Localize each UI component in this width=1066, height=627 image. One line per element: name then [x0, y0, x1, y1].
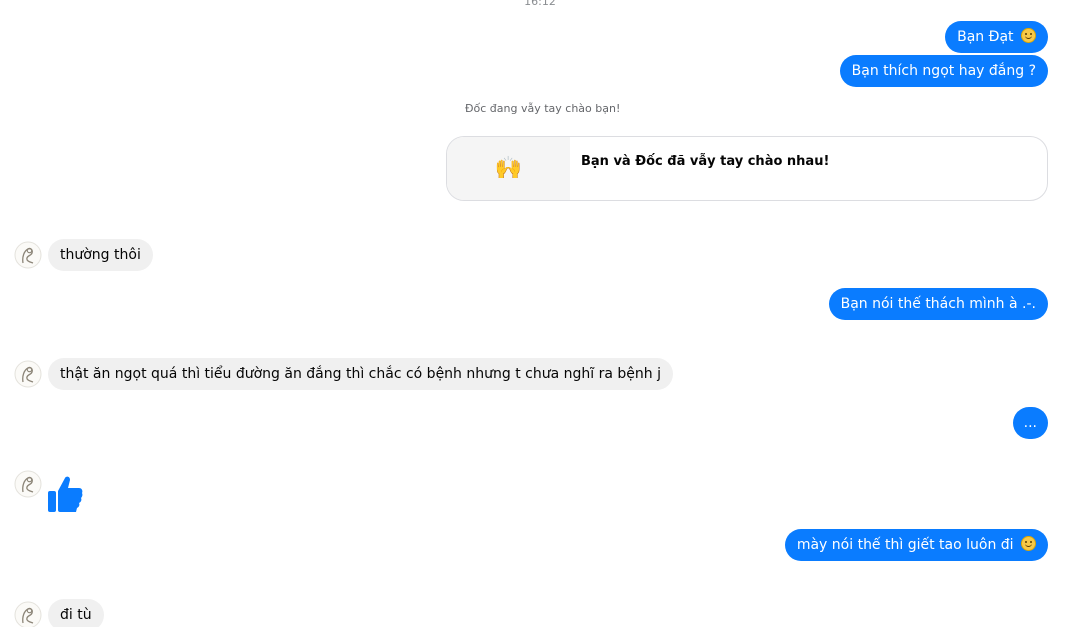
avatar[interactable]	[14, 360, 42, 388]
wave-card-text: Bạn và Đốc đã vẫy tay chào nhau!	[581, 154, 830, 169]
message-text: thật ăn ngọt quá thì tiểu đường ăn đắng …	[60, 366, 661, 382]
smiling-face-icon	[1021, 28, 1036, 43]
avatar[interactable]	[14, 241, 42, 269]
avatar[interactable]	[14, 470, 42, 498]
message-outgoing[interactable]: Bạn Đạt	[945, 21, 1048, 53]
message-incoming[interactable]: đi tù	[48, 599, 104, 627]
message-outgoing[interactable]: ...	[1012, 407, 1048, 439]
message-outgoing[interactable]: mày nói thế thì giết tao luôn đi	[784, 529, 1048, 561]
chat-thread: 16:12 Bạn Đạt Bạn thích ngọt hay đắng ? …	[0, 0, 1066, 627]
message-incoming[interactable]: thường thôi	[48, 239, 153, 271]
message-text: Bạn nói thế thách mình à .-.	[840, 296, 1036, 312]
system-note: Đốc đang vẫy tay chào bạn!	[465, 102, 621, 115]
timestamp: 16:12	[524, 0, 556, 8]
message-text: ...	[1023, 415, 1037, 431]
message-text: đi tù	[60, 607, 92, 623]
message-outgoing[interactable]: Bạn thích ngọt hay đắng ?	[839, 55, 1048, 87]
raising-hands-icon: 🙌	[447, 137, 570, 200]
message-text: Bạn thích ngọt hay đắng ?	[851, 63, 1036, 79]
message-outgoing[interactable]: Bạn nói thế thách mình à .-.	[828, 288, 1048, 320]
avatar[interactable]	[14, 601, 42, 627]
thumbs-up-icon[interactable]	[46, 474, 84, 514]
wave-card[interactable]: 🙌 Bạn và Đốc đã vẫy tay chào nhau!	[446, 136, 1048, 201]
smiling-face-icon	[1021, 536, 1036, 551]
message-text: Bạn Đạt	[957, 29, 1014, 45]
message-text: mày nói thế thì giết tao luôn đi	[796, 537, 1014, 553]
message-text: thường thôi	[60, 247, 141, 263]
message-incoming[interactable]: thật ăn ngọt quá thì tiểu đường ăn đắng …	[48, 358, 673, 390]
